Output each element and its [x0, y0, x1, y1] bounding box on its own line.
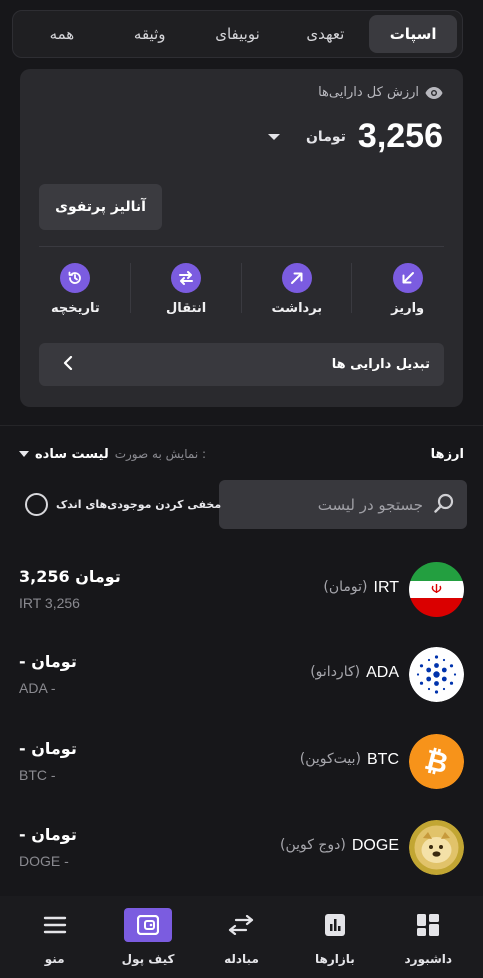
nav-dashboard[interactable]: داشبورد [382, 896, 475, 978]
nav-dashboard-label: داشبورد [404, 952, 453, 966]
search-input[interactable] [233, 495, 423, 514]
iran-flag-icon [409, 562, 464, 617]
asset-balance: 3,256 تومان [19, 567, 121, 586]
search-icon [433, 492, 455, 518]
asset-symbol: IRT [373, 579, 399, 596]
nav-exchange[interactable]: مبادله [195, 896, 288, 978]
asset-search[interactable] [219, 480, 467, 529]
withdraw-button[interactable]: برداشت [242, 257, 353, 327]
view-mode-label: نمایش به صورت : [114, 447, 207, 461]
asset-name: BTC (بیت‌کوین) [300, 751, 399, 769]
divider [39, 246, 444, 247]
asset-persian-name: (کاردانو) [310, 664, 361, 680]
asset-row-ada[interactable]: ADA (کاردانو) - تومان ADA - [19, 647, 464, 707]
transfer-label: انتقال [166, 301, 207, 316]
nav-wallet[interactable]: کیف پول [101, 896, 194, 978]
asset-name: IRT (تومان) [323, 579, 399, 597]
nav-exchange-label: مبادله [224, 952, 259, 966]
assets-title: ارزها [430, 446, 464, 462]
asset-persian-name: (بیت‌کوین) [299, 751, 361, 767]
view-mode-selector[interactable]: لیست ساده نمایش به صورت : [19, 447, 206, 462]
asset-row-irt[interactable]: IRT (تومان) 3,256 تومان IRT 3,256 [19, 562, 464, 622]
nav-menu[interactable]: منو [8, 896, 101, 978]
tab-nobifi[interactable]: نوبیفای [194, 15, 282, 53]
history-icon [60, 263, 91, 293]
eye-icon[interactable] [425, 86, 443, 99]
nav-markets[interactable]: بازارها [288, 896, 381, 978]
deposit-arrow-icon [392, 263, 423, 293]
tab-margin[interactable]: تعهدی [281, 15, 369, 53]
transfer-button[interactable]: انتقال [131, 257, 242, 327]
exchange-icon [217, 908, 265, 942]
hide-small-balances-radio[interactable] [25, 493, 48, 516]
asset-symbol: BTC [367, 751, 399, 768]
cardano-icon [409, 647, 464, 702]
chevron-left-icon [63, 355, 73, 374]
asset-name: ADA (کاردانو) [310, 664, 399, 682]
menu-icon [31, 908, 79, 942]
asset-balance: - تومان [19, 739, 77, 758]
total-balance-label: ارزش کل دارایی‌ها [318, 85, 419, 100]
asset-row-doge[interactable]: DOGE (دوج کوین) - تومان DOGE - [19, 820, 464, 880]
history-label: تاریخچه [51, 301, 100, 316]
asset-balance: - تومان [19, 825, 77, 844]
asset-persian-name: (تومان) [323, 579, 368, 595]
bitcoin-icon: ₿ [409, 734, 464, 789]
asset-name: DOGE (دوج کوین) [280, 837, 399, 855]
asset-amount: IRT 3,256 [19, 595, 80, 611]
deposit-label: واریز [391, 301, 425, 316]
asset-symbol: ADA [366, 664, 399, 681]
total-balance-row: تومان 3,256 [267, 117, 443, 156]
history-button[interactable]: تاریخچه [20, 257, 131, 327]
asset-amount: DOGE - [19, 853, 69, 869]
bottom-navigation: داشبورد بازارها مبادله کیف پول منو [0, 896, 483, 978]
asset-amount: BTC - [19, 767, 56, 783]
tab-collateral[interactable]: وثیقه [106, 15, 194, 53]
dashboard-icon [404, 908, 452, 942]
portfolio-analysis-button[interactable]: آنالیز پرتفوی [39, 184, 162, 230]
nav-wallet-label: کیف پول [121, 952, 175, 966]
withdraw-label: برداشت [271, 301, 323, 316]
view-mode-value: لیست ساده [35, 446, 109, 462]
convert-assets-label: تبدیل دارایی ها [331, 357, 430, 372]
asset-amount: ADA - [19, 680, 56, 696]
deposit-button[interactable]: واریز [352, 257, 463, 327]
asset-row-btc[interactable]: ₿ BTC (بیت‌کوین) - تومان BTC - [19, 734, 464, 794]
withdraw-arrow-icon [281, 263, 312, 293]
hide-small-balances-toggle[interactable]: مخفی کردن موجودی‌های اندک [25, 493, 221, 516]
tab-all[interactable]: همه [18, 15, 106, 53]
convert-assets-button[interactable]: تبدیل دارایی ها [39, 343, 444, 386]
nav-markets-label: بازارها [315, 952, 355, 966]
transfer-icon [171, 263, 202, 293]
total-balance-value: 3,256 [357, 117, 443, 155]
markets-icon [311, 908, 359, 942]
asset-symbol: DOGE [351, 837, 399, 854]
asset-persian-name: (دوج کوین) [280, 837, 346, 853]
wallet-actions: واریز برداشت انتقال تاریخچه [20, 257, 463, 327]
total-balance-header: ارزش کل دارایی‌ها [318, 85, 443, 100]
asset-balance: - تومان [19, 652, 77, 671]
caret-down-icon [19, 451, 29, 457]
currency-dropdown-caret[interactable] [267, 133, 280, 140]
assets-header: لیست ساده نمایش به صورت : ارزها [19, 443, 464, 465]
section-divider [0, 425, 483, 426]
asset-type-tabs: اسپات تعهدی نوبیفای وثیقه همه [12, 10, 463, 58]
wallet-icon [124, 908, 173, 942]
tab-spot[interactable]: اسپات [369, 15, 457, 53]
total-balance-unit[interactable]: تومان [306, 129, 346, 145]
balance-card: ارزش کل دارایی‌ها تومان 3,256 آنالیز پرت… [20, 69, 463, 407]
hide-small-balances-label: مخفی کردن موجودی‌های اندک [56, 498, 222, 511]
nav-menu-label: منو [44, 952, 65, 966]
dogecoin-icon [409, 820, 464, 875]
